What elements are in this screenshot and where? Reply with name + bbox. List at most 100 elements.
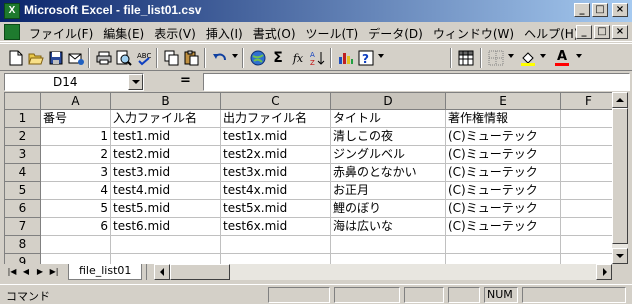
grid-cell[interactable]: test6.mid: [111, 218, 221, 236]
grid-cell[interactable]: 4: [41, 182, 111, 200]
scroll-left-icon[interactable]: [154, 264, 170, 280]
vertical-scroll-thumb[interactable]: [612, 108, 628, 244]
open-icon[interactable]: [26, 48, 46, 68]
print-icon[interactable]: [94, 48, 114, 68]
column-header[interactable]: B: [111, 93, 221, 110]
grid-cell[interactable]: test4x.mid: [221, 182, 331, 200]
grid-cell[interactable]: 鯉のぼり: [331, 200, 446, 218]
menu-item[interactable]: 編集(E): [98, 25, 149, 42]
grid-cell[interactable]: 海は広いな: [331, 218, 446, 236]
select-all-corner[interactable]: [5, 93, 41, 110]
grid-cell[interactable]: 赤鼻のとなかい: [331, 164, 446, 182]
menu-item[interactable]: 挿入(I): [201, 25, 248, 42]
grid-cell[interactable]: [561, 254, 612, 264]
grid-cell[interactable]: test6x.mid: [221, 218, 331, 236]
grid-cell[interactable]: 出力ファイル名: [221, 110, 331, 128]
grid-cell[interactable]: 1: [41, 128, 111, 146]
row-header[interactable]: 2: [5, 128, 41, 146]
equals-icon[interactable]: =: [180, 73, 191, 88]
autosum-icon[interactable]: Σ: [268, 48, 288, 68]
grid-cell[interactable]: タイトル: [331, 110, 446, 128]
menu-item[interactable]: データ(D): [363, 25, 428, 42]
doc-restore-button[interactable]: □: [594, 25, 610, 39]
grid-cell[interactable]: [561, 128, 612, 146]
save-icon[interactable]: [46, 48, 66, 68]
doc-close-button[interactable]: ×: [612, 25, 628, 39]
copy-icon[interactable]: [162, 48, 182, 68]
grid-cell[interactable]: 5: [41, 200, 111, 218]
print-preview-icon[interactable]: [114, 48, 134, 68]
grid-cell[interactable]: [331, 254, 446, 264]
close-button[interactable]: ×: [612, 3, 628, 17]
grid-cell[interactable]: [111, 254, 221, 264]
grid-cell[interactable]: 入力ファイル名: [111, 110, 221, 128]
name-box-dropdown-icon[interactable]: [128, 74, 143, 90]
hyperlink-icon[interactable]: [248, 48, 268, 68]
grid-cell[interactable]: 6: [41, 218, 111, 236]
maximize-button[interactable]: □: [592, 3, 608, 17]
font-color-icon[interactable]: A: [552, 48, 572, 68]
grid-cell[interactable]: [221, 236, 331, 254]
grid-cell[interactable]: test5x.mid: [221, 200, 331, 218]
grid-cell[interactable]: [41, 236, 111, 254]
last-sheet-icon[interactable]: ▶|: [48, 265, 60, 279]
prev-sheet-icon[interactable]: ◀: [20, 265, 32, 279]
column-header[interactable]: F: [561, 93, 612, 110]
grid-cell[interactable]: [446, 236, 561, 254]
grid-cell[interactable]: (C)ミューテック: [446, 200, 561, 218]
grid-cell[interactable]: [446, 254, 561, 264]
grid-cell[interactable]: (C)ミューテック: [446, 218, 561, 236]
workbook-icon[interactable]: [4, 24, 20, 40]
grid-cell[interactable]: (C)ミューテック: [446, 182, 561, 200]
menu-item[interactable]: 書式(O): [248, 25, 301, 42]
row-header[interactable]: 7: [5, 218, 41, 236]
grid-cell[interactable]: [331, 236, 446, 254]
grid-cell[interactable]: [221, 254, 331, 264]
help-dropdown-icon[interactable]: [378, 54, 384, 58]
borders-dropdown-icon[interactable]: [508, 54, 514, 58]
column-header[interactable]: C: [221, 93, 331, 110]
menu-item[interactable]: ファイル(F): [24, 25, 98, 42]
grid-cell[interactable]: 3: [41, 164, 111, 182]
undo-dropdown-icon[interactable]: [232, 54, 238, 58]
grid-cell[interactable]: test1x.mid: [221, 128, 331, 146]
column-header[interactable]: A: [41, 93, 111, 110]
function-icon[interactable]: fx: [288, 48, 308, 68]
font-color-dropdown-icon[interactable]: [576, 54, 582, 58]
grid-cell[interactable]: (C)ミューテック: [446, 128, 561, 146]
horizontal-scrollbar[interactable]: [154, 264, 612, 280]
new-icon[interactable]: [6, 48, 26, 68]
help-icon[interactable]: ?: [356, 48, 376, 68]
menu-item[interactable]: ツール(T): [301, 25, 364, 42]
menu-item[interactable]: ヘルプ(H): [519, 25, 583, 42]
grid-cell[interactable]: 清しこの夜: [331, 128, 446, 146]
grid-cell[interactable]: test5.mid: [111, 200, 221, 218]
grid-cell[interactable]: ジングルベル: [331, 146, 446, 164]
minimize-button[interactable]: _: [574, 3, 590, 17]
grid-cell[interactable]: [561, 146, 612, 164]
grid-cell[interactable]: (C)ミューテック: [446, 164, 561, 182]
chart-wizard-icon[interactable]: [336, 48, 356, 68]
name-box[interactable]: D14: [4, 73, 144, 91]
grid-cell[interactable]: test2.mid: [111, 146, 221, 164]
grid-cell[interactable]: [561, 200, 612, 218]
grid-cell[interactable]: [561, 110, 612, 128]
column-header[interactable]: E: [446, 93, 561, 110]
scroll-down-icon[interactable]: [612, 248, 628, 264]
formula-input[interactable]: [203, 73, 630, 91]
row-header[interactable]: 5: [5, 182, 41, 200]
row-header[interactable]: 3: [5, 146, 41, 164]
grid-cell[interactable]: [561, 164, 612, 182]
grid-cell[interactable]: test3x.mid: [221, 164, 331, 182]
grid-cell[interactable]: test4.mid: [111, 182, 221, 200]
undo-icon[interactable]: [210, 48, 230, 68]
row-header[interactable]: 4: [5, 164, 41, 182]
scroll-right-icon[interactable]: [596, 264, 612, 280]
grid-cell[interactable]: 著作権情報: [446, 110, 561, 128]
grid-cell[interactable]: test3.mid: [111, 164, 221, 182]
excel-icon[interactable]: X: [4, 3, 20, 19]
next-sheet-icon[interactable]: ▶: [34, 265, 46, 279]
menu-item[interactable]: ウィンドウ(W): [428, 25, 519, 42]
grid-cell[interactable]: [561, 236, 612, 254]
sheet-tab[interactable]: file_list01: [68, 264, 143, 280]
